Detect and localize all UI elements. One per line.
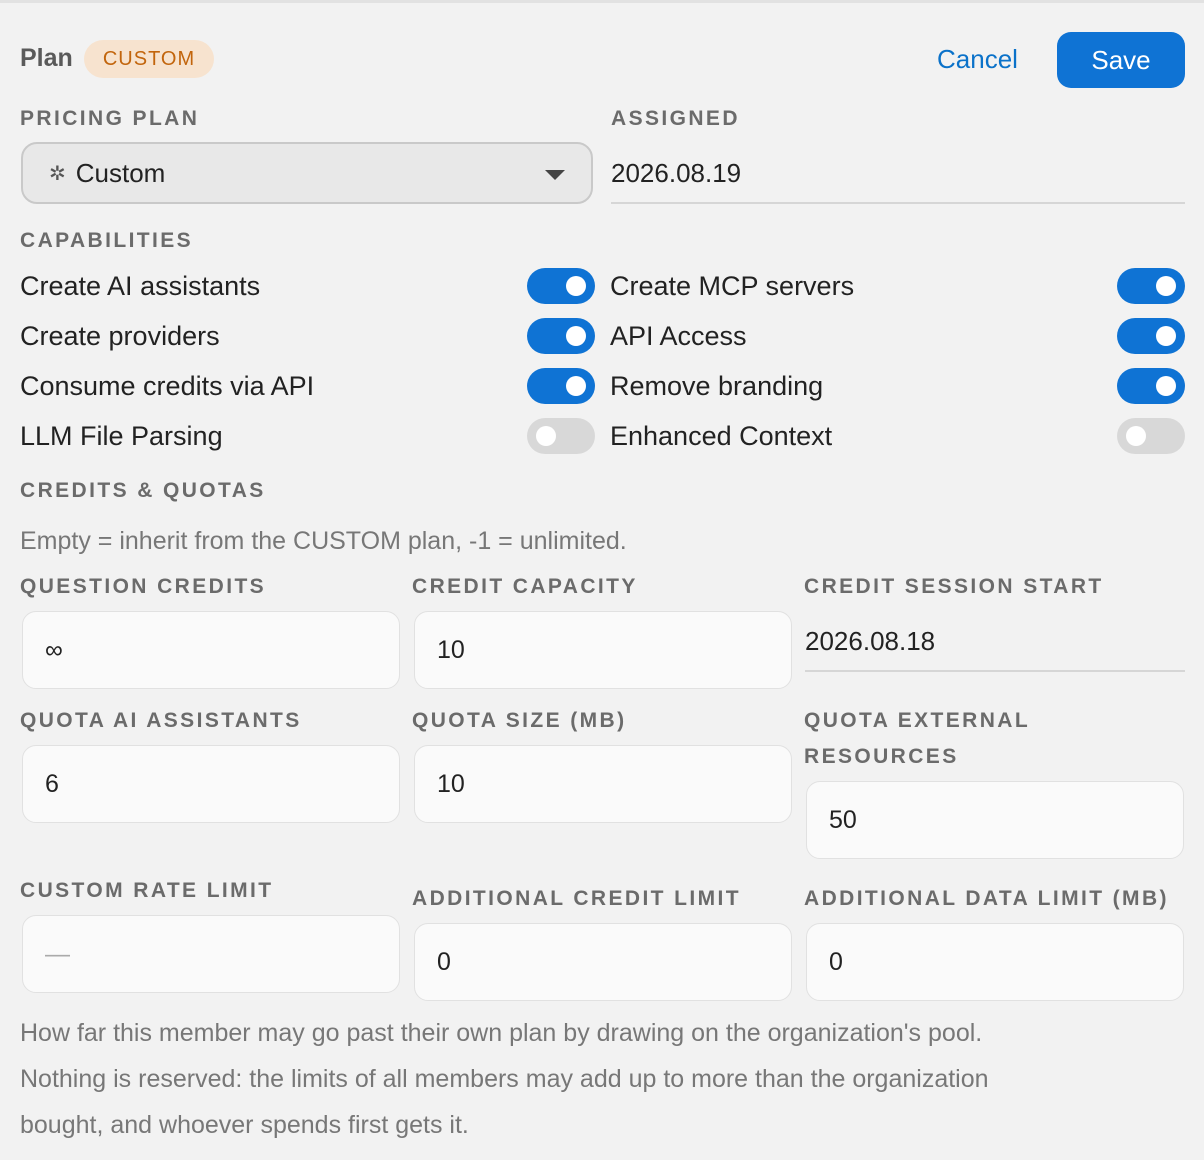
capability-api-access-label: API Access: [610, 321, 747, 351]
toggle-knob: [536, 426, 556, 446]
quota-size-label: QUOTA SIZE (MB): [412, 709, 627, 732]
top-divider: [0, 0, 1204, 3]
plan-title: Plan: [20, 44, 73, 72]
pool-explanation-line: Nothing is reserved: the limits of all m…: [20, 1065, 989, 1093]
pool-explanation-line: How far this member may go past their ow…: [20, 1019, 983, 1047]
plan-badge: CUSTOM: [84, 40, 214, 78]
toggle-knob: [566, 376, 586, 396]
capability-remove-branding-label: Remove branding: [610, 371, 824, 401]
toggle-remove-branding[interactable]: [1117, 368, 1185, 404]
capability-consume-credits-label: Consume credits via API: [20, 371, 315, 401]
toggle-knob: [1126, 426, 1146, 446]
quota-ai-assistants-input[interactable]: 6: [22, 745, 400, 823]
toggle-llm-file-parsing[interactable]: [527, 418, 595, 454]
toggle-create-ai-assistants[interactable]: [527, 268, 595, 304]
additional-data-limit-label: ADDITIONAL DATA LIMIT (MB): [804, 887, 1169, 910]
credits-quotas-hint: Empty = inherit from the CUSTOM plan, -1…: [20, 527, 627, 555]
sparkle-icon: ✲: [49, 162, 66, 185]
capability-enhanced-context-label: Enhanced Context: [610, 421, 833, 451]
capability-llm-file-parsing-label: LLM File Parsing: [20, 421, 223, 451]
quota-size-input[interactable]: 10: [414, 745, 792, 823]
toggle-api-access[interactable]: [1117, 318, 1185, 354]
custom-rate-limit-label: CUSTOM RATE LIMIT: [20, 879, 274, 902]
capability-create-mcp-servers-label: Create MCP servers: [610, 271, 855, 301]
quota-external-resources-label-line2: RESOURCES: [804, 745, 959, 768]
toggle-create-providers[interactable]: [527, 318, 595, 354]
pricing-plan-select[interactable]: ✲ Custom: [21, 142, 593, 204]
capability-create-providers-label: Create providers: [20, 321, 220, 351]
credit-capacity-label: CREDIT CAPACITY: [412, 575, 638, 598]
pool-explanation-line: bought, and whoever spends first gets it…: [20, 1111, 469, 1139]
toggle-consume-credits-via-api[interactable]: [527, 368, 595, 404]
credit-session-start-value: 2026.08.18: [805, 610, 1185, 672]
pool-explanation: How far this member may go past their ow…: [20, 1010, 1180, 1148]
question-credits-label: QUESTION CREDITS: [20, 575, 267, 598]
custom-rate-limit-input[interactable]: —: [22, 915, 400, 993]
toggle-create-mcp-servers[interactable]: [1117, 268, 1185, 304]
credit-session-start-label: CREDIT SESSION START: [804, 575, 1104, 598]
capabilities-label: CAPABILITIES: [20, 229, 194, 252]
assigned-label: ASSIGNED: [611, 107, 740, 130]
pricing-plan-label: PRICING PLAN: [20, 107, 200, 130]
additional-data-limit-input[interactable]: 0: [806, 923, 1184, 1001]
capability-create-ai-assistants-label: Create AI assistants: [20, 271, 261, 301]
assigned-value: 2026.08.19: [611, 142, 1185, 204]
toggle-knob: [566, 276, 586, 296]
quota-external-resources-input[interactable]: 50: [806, 781, 1184, 859]
quota-external-resources-label-line1: QUOTA EXTERNAL: [804, 709, 1031, 732]
toggle-knob: [566, 326, 586, 346]
toggle-knob: [1156, 276, 1176, 296]
question-credits-input[interactable]: ∞: [22, 611, 400, 689]
toggle-knob: [1156, 326, 1176, 346]
additional-credit-limit-input[interactable]: 0: [414, 923, 792, 1001]
toggle-knob: [1156, 376, 1176, 396]
pricing-plan-value: Custom: [75, 157, 166, 188]
additional-credit-limit-label: ADDITIONAL CREDIT LIMIT: [412, 887, 741, 910]
quota-ai-assistants-label: QUOTA AI ASSISTANTS: [20, 709, 302, 732]
toggle-enhanced-context[interactable]: [1117, 418, 1185, 454]
credits-quotas-label: CREDITS & QUOTAS: [20, 479, 266, 502]
save-button[interactable]: Save: [1057, 32, 1185, 88]
chevron-down-icon: [545, 170, 565, 180]
cancel-button[interactable]: Cancel: [937, 44, 1018, 75]
credit-capacity-input[interactable]: 10: [414, 611, 792, 689]
